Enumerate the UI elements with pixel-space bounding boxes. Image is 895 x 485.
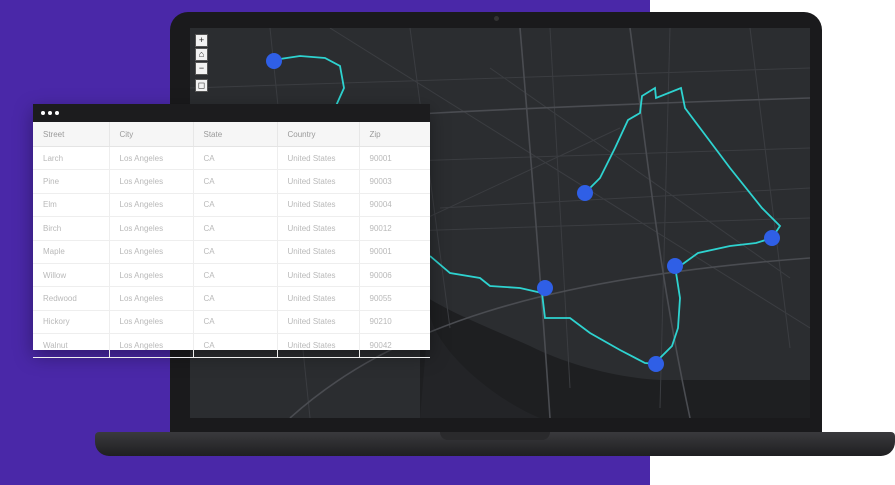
cell-zip: 90042 [359, 333, 430, 358]
cell-zip: 90012 [359, 216, 430, 241]
locate-button[interactable]: ◻ [195, 79, 208, 92]
zoom-out-button[interactable]: − [195, 62, 208, 75]
table-header-row: Street City State Country Zip [33, 122, 430, 147]
table-row[interactable]: Hickory Los Angeles CA United States 90210 [33, 310, 430, 335]
column-header-country[interactable]: Country [277, 122, 360, 147]
cell-city: Los Angeles [109, 146, 194, 171]
cell-street: Walnut [33, 333, 110, 358]
zoom-in-button[interactable]: + [195, 34, 208, 47]
map-marker[interactable] [577, 185, 593, 201]
table-row[interactable]: Larch Los Angeles CA United States 90001 [33, 146, 430, 171]
table-row[interactable]: Birch Los Angeles CA United States 90012 [33, 216, 430, 241]
cell-zip: 90001 [359, 240, 430, 264]
cell-country: United States [277, 333, 360, 358]
cell-zip: 90055 [359, 286, 430, 311]
map-marker[interactable] [764, 230, 780, 246]
cell-city: Los Angeles [109, 169, 194, 194]
cell-country: United States [277, 169, 360, 194]
cell-state: CA [193, 286, 278, 311]
cell-street: Willow [33, 263, 110, 288]
cell-country: United States [277, 216, 360, 241]
window-dot-icon[interactable] [48, 111, 52, 115]
window-dot-icon[interactable] [55, 111, 59, 115]
cell-city: Los Angeles [109, 240, 194, 264]
cell-street: Pine [33, 169, 110, 194]
cell-street: Larch [33, 146, 110, 171]
table-row[interactable]: Willow Los Angeles CA United States 90006 [33, 263, 430, 288]
table-row[interactable]: Elm Los Angeles CA United States 90004 [33, 193, 430, 218]
cell-zip: 90003 [359, 169, 430, 194]
cell-city: Los Angeles [109, 193, 194, 218]
cell-country: United States [277, 263, 360, 288]
route-east [429, 86, 782, 365]
table-row[interactable]: Walnut Los Angeles CA United States 90042 [33, 333, 430, 358]
cell-zip: 90001 [359, 146, 430, 171]
map-marker[interactable] [648, 356, 664, 372]
cell-country: United States [277, 310, 360, 335]
cell-state: CA [193, 240, 278, 264]
column-header-zip[interactable]: Zip [359, 122, 430, 147]
table-row[interactable]: Maple Los Angeles CA United States 90001 [33, 240, 430, 264]
column-header-street[interactable]: Street [33, 122, 110, 147]
cell-state: CA [193, 263, 278, 288]
laptop-hinge-notch [440, 432, 550, 440]
route-north [273, 55, 345, 109]
cell-street: Elm [33, 193, 110, 218]
table-row[interactable]: Pine Los Angeles CA United States 90003 [33, 169, 430, 194]
table-body: Larch Los Angeles CA United States 90001 Pine… [33, 146, 430, 358]
cell-city: Los Angeles [109, 216, 194, 241]
column-header-state[interactable]: State [193, 122, 278, 147]
cell-street: Birch [33, 216, 110, 241]
cell-street: Hickory [33, 310, 110, 335]
cell-zip: 90006 [359, 263, 430, 288]
cell-state: CA [193, 216, 278, 241]
address-table: Street City State Country Zip Larch Los A… [33, 122, 430, 358]
cell-street: Maple [33, 240, 110, 264]
map-marker[interactable] [266, 53, 282, 69]
home-button[interactable]: ⌂ [195, 48, 208, 61]
cell-city: Los Angeles [109, 333, 194, 358]
cell-state: CA [193, 193, 278, 218]
cell-country: United States [277, 193, 360, 218]
cell-zip: 90004 [359, 193, 430, 218]
window-dot-icon[interactable] [41, 111, 45, 115]
cell-street: Redwood [33, 286, 110, 311]
webcam-icon [494, 16, 499, 21]
cell-state: CA [193, 146, 278, 171]
cell-country: United States [277, 240, 360, 264]
map-marker[interactable] [667, 258, 683, 274]
cell-city: Los Angeles [109, 310, 194, 335]
cell-country: United States [277, 146, 360, 171]
window-titlebar [33, 104, 430, 122]
map-controls: + ⌂ − ◻ [195, 34, 208, 93]
cell-state: CA [193, 169, 278, 194]
table-row[interactable]: Redwood Los Angeles CA United States 90055 [33, 286, 430, 311]
cell-city: Los Angeles [109, 263, 194, 288]
cell-zip: 90210 [359, 310, 430, 335]
address-table-window: Street City State Country Zip Larch Los A… [33, 104, 430, 358]
cell-state: CA [193, 310, 278, 335]
map-marker[interactable] [537, 280, 553, 296]
cell-state: CA [193, 333, 278, 358]
column-header-city[interactable]: City [109, 122, 194, 147]
cell-country: United States [277, 286, 360, 311]
cell-city: Los Angeles [109, 286, 194, 311]
